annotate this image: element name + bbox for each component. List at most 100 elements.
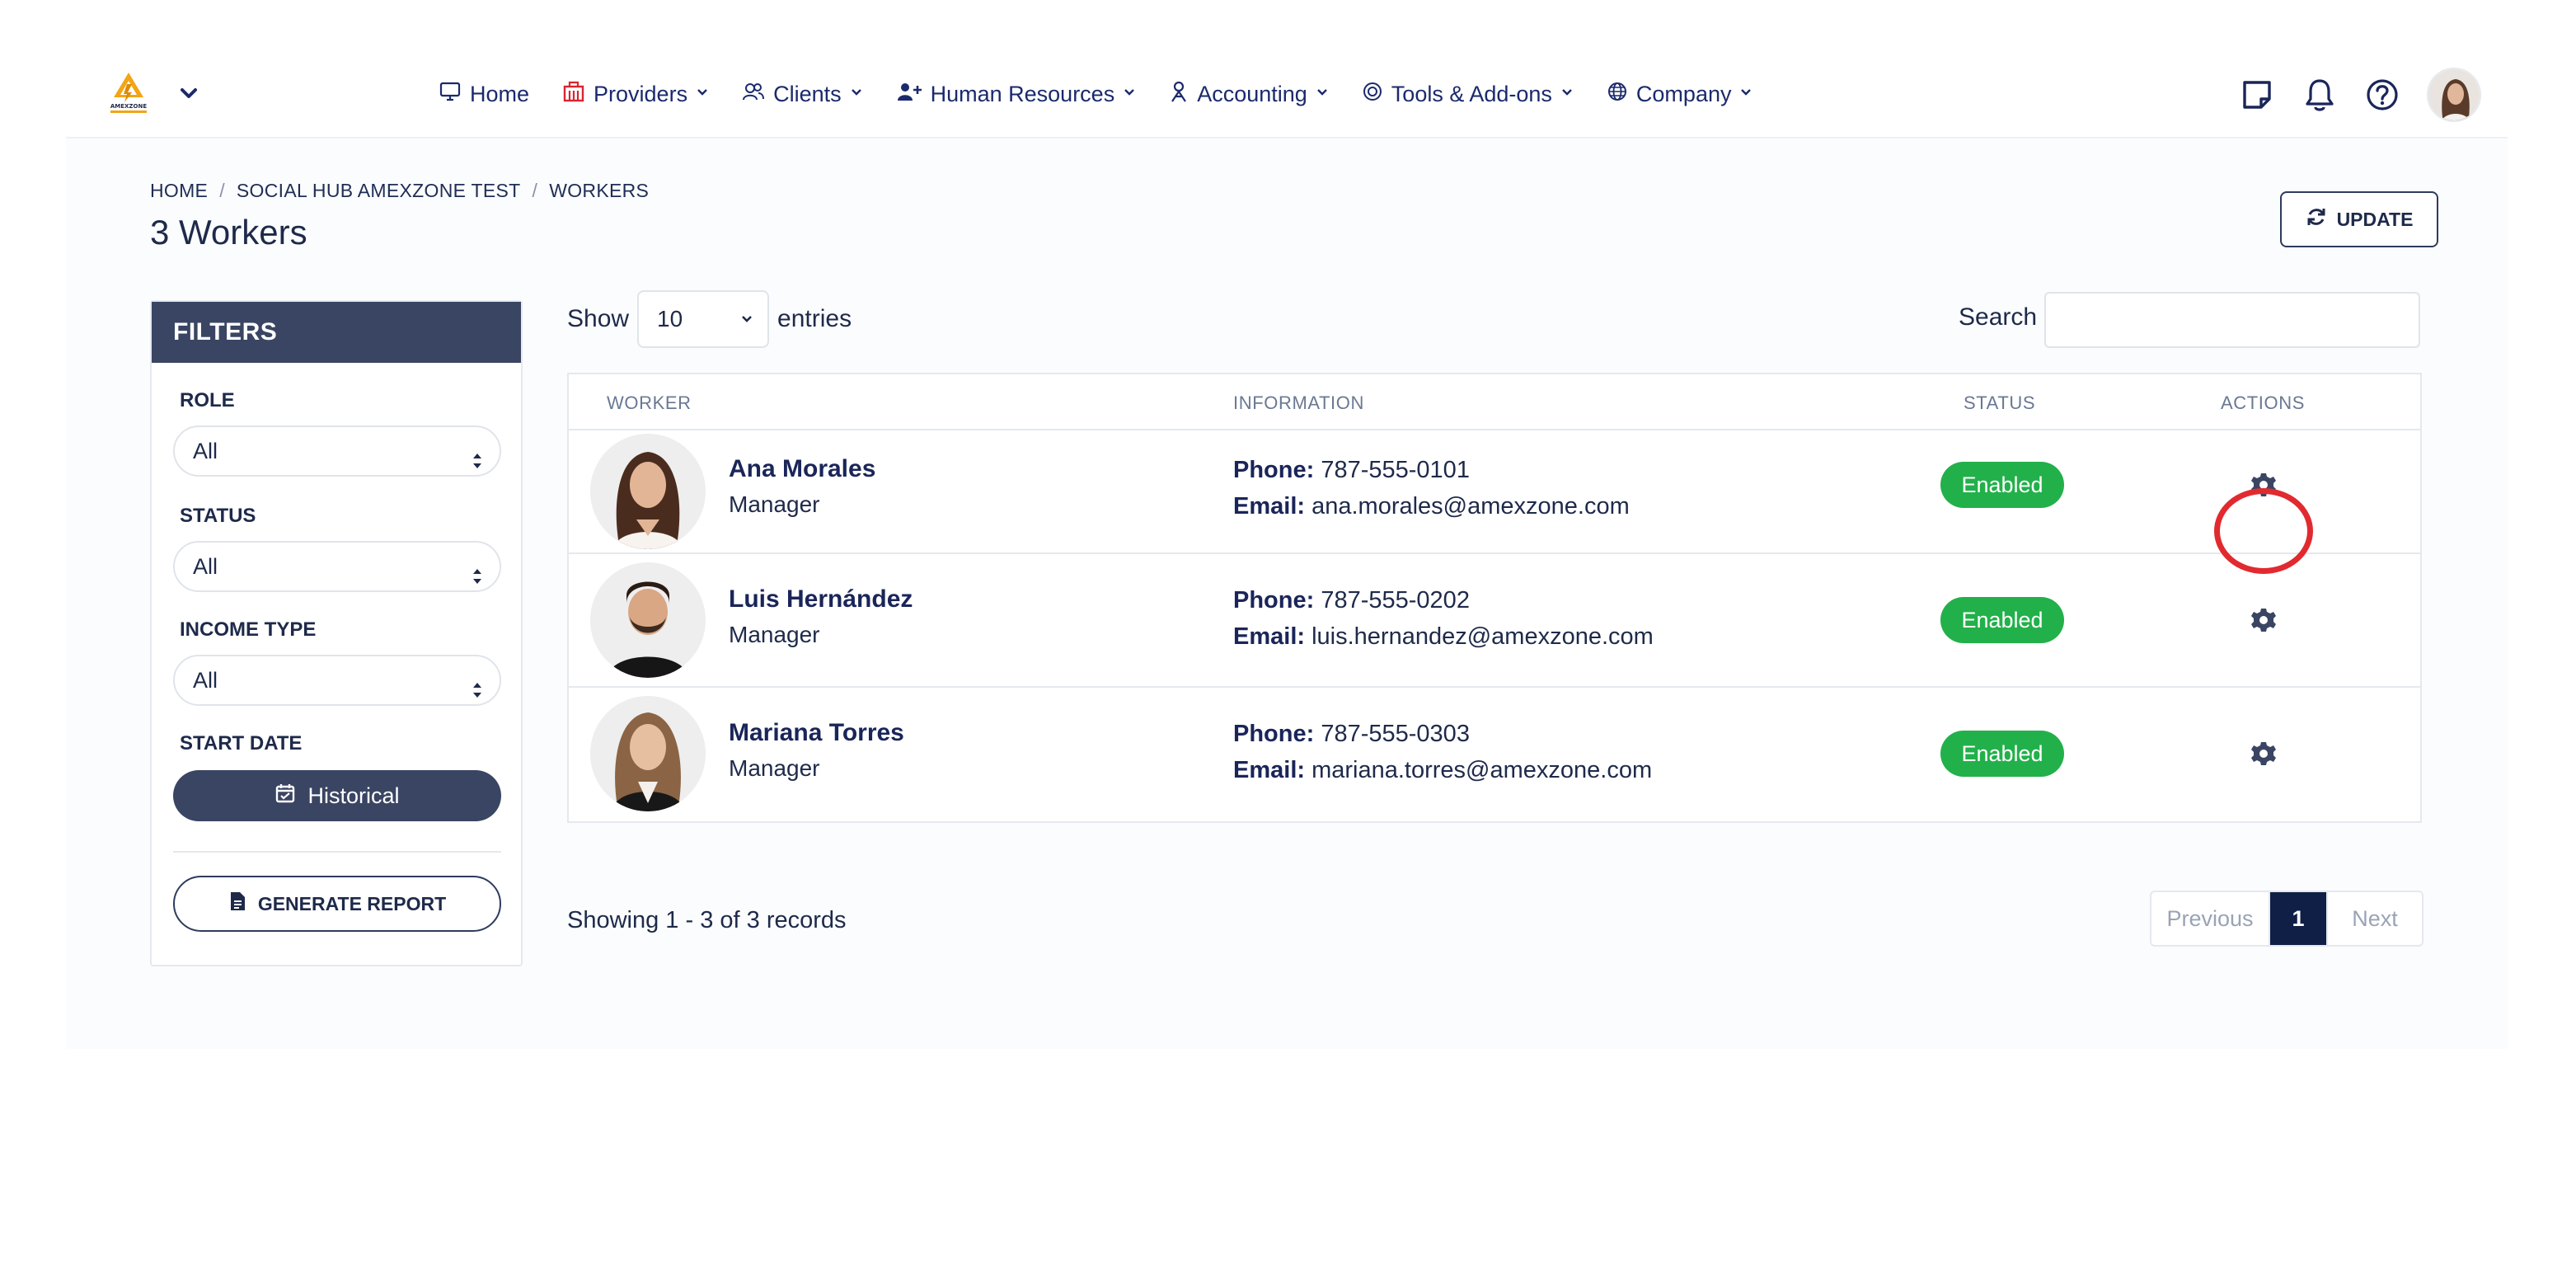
status-badge: Enabled [1940,731,2064,777]
target-icon [1362,81,1383,108]
main-menu: Home Providers Clients Human Resources A… [439,49,1753,139]
next-page-button[interactable]: Next [2326,892,2422,945]
user-avatar[interactable] [2427,68,2481,122]
column-header-status[interactable]: STATUS [1964,393,2035,414]
nav-item-label: Home [470,81,530,106]
top-right-icons [2239,68,2481,122]
nav-item-label: Tools & Add-ons [1391,81,1552,106]
breadcrumb-company[interactable]: SOCIAL HUB AMEXZONE TEST [237,180,521,202]
status-filter-label: STATUS [180,505,256,527]
column-header-worker[interactable]: WORKER [607,393,692,414]
income-type-filter-select[interactable]: All [173,655,501,706]
worker-phone: 787-555-0202 [1321,587,1470,613]
pagination: Previous 1 Next [2150,891,2424,947]
gear-icon[interactable] [2250,740,2277,767]
search-input[interactable] [2044,292,2420,348]
sort-arrows-icon [472,670,483,717]
worker-phone: 787-555-0101 [1321,457,1470,483]
worker-email: ana.morales@amexzone.com [1311,493,1630,519]
worker-info: Phone: 787-555-0303 Email: mariana.torre… [1233,716,1652,788]
nav-item-label: Company [1635,81,1732,106]
worker-name[interactable]: Mariana Torres [729,719,904,747]
breadcrumb-separator: / [219,180,225,201]
sort-arrows-icon [472,440,483,488]
bell-icon[interactable] [2302,77,2338,113]
chevron-down-icon [1123,86,1136,103]
note-icon[interactable] [2239,77,2275,113]
show-label: Show [567,305,630,332]
nav-item-human-resources[interactable]: Human Resources [896,81,1137,108]
start-date-filter-label: START DATE [180,732,303,754]
entries-per-page-select[interactable]: 10 [637,290,770,348]
nav-item-providers[interactable]: Providers [562,80,709,109]
table-row[interactable]: Mariana Torres Manager Phone: 787-555-03… [569,688,2420,821]
help-icon[interactable] [2364,77,2400,113]
nav-item-accounting[interactable]: Accounting [1169,80,1329,109]
breadcrumb-current: WORKERS [549,180,650,201]
building-icon [562,80,585,109]
worker-info: Phone: 787-555-0202 Email: luis.hernande… [1233,582,1654,655]
role-filter-label: ROLE [180,389,235,411]
status-filter-select[interactable]: All [173,541,501,592]
breadcrumb-separator: / [532,180,538,201]
nav-item-tools-addons[interactable]: Tools & Add-ons [1362,81,1574,108]
nav-item-home[interactable]: Home [439,81,529,108]
nav-item-label: Clients [773,81,842,106]
column-header-information[interactable]: INFORMATION [1233,393,1364,414]
filters-panel: FILTERS ROLE All STATUS All INCOME TYPE … [150,300,523,966]
entries-control: Show 10 entries [567,290,852,348]
table-row[interactable]: Ana Morales Manager Phone: 787-555-0101 … [569,430,2420,574]
filters-title: FILTERS [152,302,521,363]
breadcrumb-home[interactable]: HOME [150,180,208,202]
generate-report-button[interactable]: GENERATE REPORT [173,876,501,932]
monitor-icon [439,81,462,108]
sort-arrows-icon [472,556,483,604]
worker-name[interactable]: Ana Morales [729,455,875,483]
chevron-down-icon [850,86,863,103]
phone-label: Phone: [1233,457,1315,483]
historical-button-label: Historical [307,783,400,808]
nav-item-clients[interactable]: Clients [742,81,863,108]
records-count: Showing 1 - 3 of 3 records [567,907,847,933]
income-type-filter-label: INCOME TYPE [180,618,317,641]
email-label: Email: [1233,757,1306,783]
email-label: Email: [1233,623,1306,650]
worker-avatar [590,696,706,811]
worker-avatar [590,434,706,549]
nav-item-company[interactable]: Company [1607,81,1753,108]
email-label: Email: [1233,493,1306,519]
phone-label: Phone: [1233,721,1315,747]
search-label: Search [1959,303,2038,331]
nav-item-label: Providers [594,81,688,106]
chevron-down-icon [1316,86,1329,103]
workers-table: WORKER INFORMATION STATUS ACTIONS Ana Mo… [567,373,2422,823]
page-button-current[interactable]: 1 [2270,892,2326,945]
column-header-actions: ACTIONS [2221,393,2305,413]
generate-report-label: GENERATE REPORT [257,892,447,914]
status-badge: Enabled [1940,462,2064,508]
company-logo[interactable]: AMEXZONE [102,69,155,117]
page-title: 3 Workers [150,213,307,251]
users-icon [742,81,765,108]
historical-date-button[interactable]: Historical [173,770,501,821]
worker-name[interactable]: Luis Hernández [729,585,913,613]
role-filter-value: All [193,439,218,463]
table-row[interactable]: Luis Hernández Manager Phone: 787-555-02… [569,554,2420,688]
chevron-down-icon [696,86,709,103]
previous-page-button[interactable]: Previous [2151,892,2270,945]
breadcrumb: HOME / SOCIAL HUB AMEXZONE TEST / WORKER… [150,180,649,202]
worker-avatar [590,562,706,678]
update-button[interactable]: UPDATE [2280,191,2438,247]
phone-label: Phone: [1233,587,1315,613]
table-header: WORKER INFORMATION STATUS ACTIONS [569,374,2420,430]
company-switcher-chevron-icon[interactable] [176,81,201,106]
gear-icon[interactable] [2250,607,2277,633]
accounting-icon [1169,80,1189,109]
income-type-filter-value: All [193,668,218,693]
worker-role: Manager [729,755,820,781]
filters-divider [173,851,501,853]
chevron-down-icon [1739,86,1753,103]
role-filter-select[interactable]: All [173,425,501,477]
top-navbar: AMEXZONE Home Providers Clients Human Re… [66,49,2508,139]
svg-text:AMEXZONE: AMEXZONE [110,103,147,110]
